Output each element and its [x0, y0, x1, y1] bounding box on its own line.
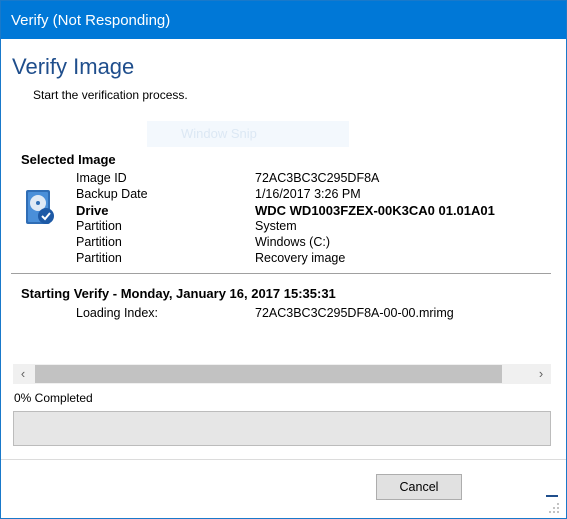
title-bar[interactable]: Verify (Not Responding): [1, 1, 566, 39]
section-divider: [11, 273, 551, 274]
loading-index-value: 72AC3BC3C295DF8A-00-00.mrimg: [255, 306, 454, 320]
backup-date-value: 1/16/2017 3:26 PM: [255, 187, 361, 201]
partition-label: Partition: [76, 219, 122, 233]
footer-divider: [1, 459, 566, 460]
cancel-button[interactable]: Cancel: [376, 474, 462, 500]
window-title: Verify (Not Responding): [11, 12, 171, 29]
hard-drive-icon: [26, 190, 54, 224]
horizontal-scrollbar[interactable]: ‹ ›: [13, 364, 551, 384]
progress-label: 0% Completed: [14, 391, 93, 405]
image-id-label: Image ID: [76, 171, 127, 185]
drive-label: Drive: [76, 203, 109, 218]
partition-value: Windows (C:): [255, 235, 331, 249]
loading-index-label: Loading Index:: [76, 306, 159, 320]
scrollbar-thumb[interactable]: [35, 365, 502, 383]
selected-image-title: Selected Image: [21, 152, 116, 167]
verify-status-title: Starting Verify - Monday, January 16, 20…: [21, 286, 336, 301]
resize-grip-icon[interactable]: [546, 500, 560, 514]
verify-dialog: Verify (Not Responding) Verify Image Sta…: [0, 0, 567, 519]
backup-date-label: Backup Date: [76, 187, 148, 201]
scroll-left-icon[interactable]: ‹: [13, 364, 33, 384]
scroll-right-icon[interactable]: ›: [531, 364, 551, 384]
corner-mark: [546, 495, 558, 497]
image-id-value: 72AC3BC3C295DF8A: [255, 171, 380, 185]
drive-value: WDC WD1003FZEX-00K3CA0 01.01A01: [255, 203, 495, 218]
ghost-overlay-text: Window Snip: [181, 126, 257, 141]
partition-value: Recovery image: [255, 251, 346, 265]
partition-value: System: [255, 219, 297, 233]
partition-label: Partition: [76, 235, 122, 249]
partition-label: Partition: [76, 251, 122, 265]
page-title: Verify Image: [12, 54, 135, 79]
page-subtitle: Start the verification process.: [33, 88, 188, 102]
progress-bar: [13, 411, 551, 446]
